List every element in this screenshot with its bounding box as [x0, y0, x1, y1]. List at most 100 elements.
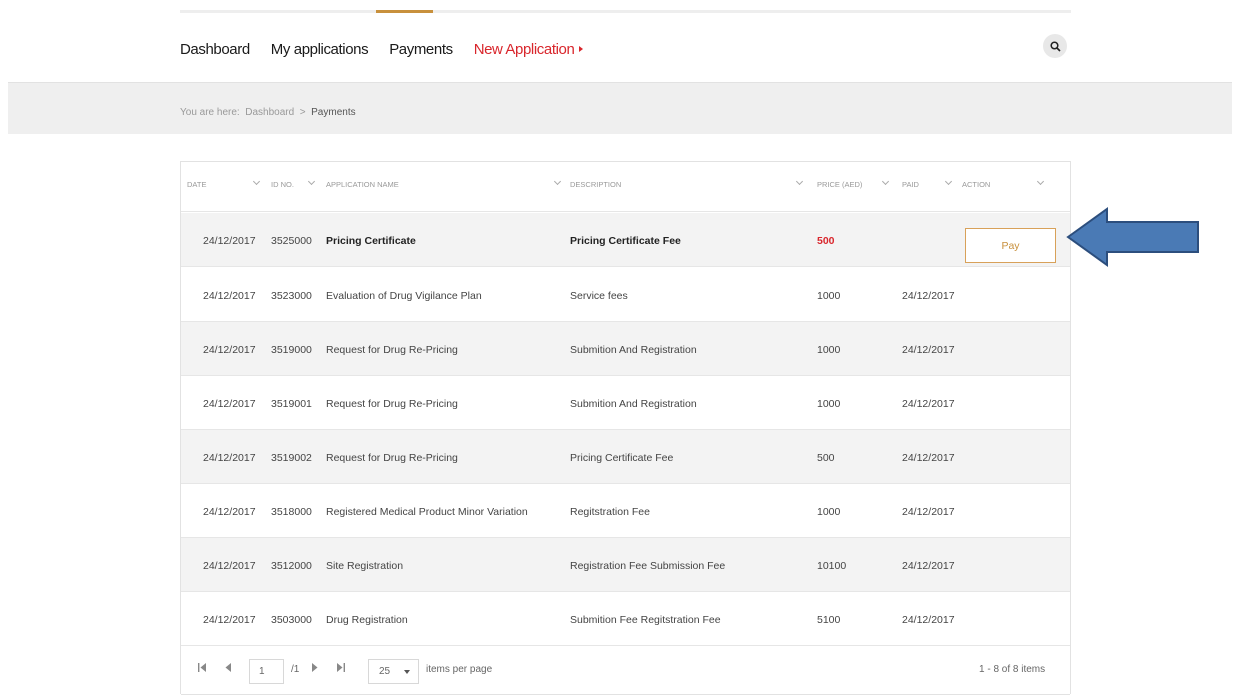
cell-price: 1000 — [817, 344, 841, 356]
cell-id: 3519000 — [271, 344, 312, 356]
pager-summary: 1 - 8 of 8 items — [979, 664, 1046, 675]
nav-payments[interactable]: Payments — [389, 41, 453, 58]
page-size-value: 25 — [379, 666, 391, 677]
cell-price: 500 — [817, 452, 835, 464]
column-header-application-name[interactable]: APPLICATION NAME — [326, 180, 399, 189]
cell-application-name: Site Registration — [326, 560, 404, 572]
cell-date: 24/12/2017 — [203, 506, 256, 518]
cell-description: Regitstration Fee — [570, 506, 650, 518]
dropdown-arrow-icon — [404, 670, 410, 674]
cell-paid: 24/12/2017 — [902, 614, 955, 626]
page-size-select[interactable]: 25 — [368, 659, 419, 684]
main-nav: Dashboard My applications Payments New A… — [180, 38, 604, 60]
column-header-id[interactable]: ID NO. — [271, 180, 294, 189]
breadcrumb-current: Payments — [311, 107, 356, 118]
cell-description: Submition And Registration — [570, 344, 697, 356]
breadcrumb-separator: > — [299, 107, 306, 118]
arrow-left-icon — [1066, 207, 1199, 267]
cell-paid: 24/12/2017 — [902, 452, 955, 464]
column-header-price[interactable]: PRICE (AED) — [817, 180, 862, 189]
table-row: 24/12/2017 3519002 Request for Drug Re-P… — [181, 430, 1070, 484]
payments-grid: DATE ID NO. APPLICATION NAME DESCRIPTION… — [180, 161, 1071, 695]
cell-description: Pricing Certificate Fee — [570, 235, 681, 247]
cell-date: 24/12/2017 — [203, 452, 256, 464]
table-row: 24/12/2017 3519000 Request for Drug Re-P… — [181, 322, 1070, 376]
nav-new-application-label: New Application — [473, 40, 575, 58]
breadcrumb-prefix: You are here: — [180, 107, 240, 118]
cell-application-name: Pricing Certificate — [326, 235, 416, 247]
chevron-down-icon[interactable] — [944, 177, 953, 186]
chevron-down-icon[interactable] — [795, 177, 804, 186]
cell-application-name: Request for Drug Re-Pricing — [326, 398, 458, 410]
cell-paid: 24/12/2017 — [902, 344, 955, 356]
chevron-down-icon[interactable] — [252, 177, 261, 186]
search-button[interactable] — [1043, 34, 1067, 58]
active-nav-indicator — [376, 10, 433, 13]
grid-header: DATE ID NO. APPLICATION NAME DESCRIPTION… — [181, 162, 1070, 212]
cell-id: 3519001 — [271, 398, 312, 410]
cell-description: Submition Fee Regitstration Fee — [570, 614, 721, 626]
breadcrumb-dashboard[interactable]: Dashboard — [245, 107, 294, 118]
cell-id: 3512000 — [271, 560, 312, 572]
cell-date: 24/12/2017 — [203, 560, 256, 572]
cell-id: 3519002 — [271, 452, 312, 464]
table-row: 24/12/2017 3519001 Request for Drug Re-P… — [181, 376, 1070, 430]
table-row: 24/12/2017 3512000 Site Registration Reg… — [181, 538, 1070, 592]
cell-application-name: Evaluation of Drug Vigilance Plan — [326, 290, 482, 302]
cell-date: 24/12/2017 — [203, 614, 256, 626]
cell-date: 24/12/2017 — [203, 290, 256, 302]
cell-id: 3518000 — [271, 506, 312, 518]
cell-date: 24/12/2017 — [203, 398, 256, 410]
cell-price: 1000 — [817, 398, 841, 410]
cell-id: 3525000 — [271, 235, 312, 247]
pay-button[interactable]: Pay — [965, 228, 1056, 263]
cell-application-name: Request for Drug Re-Pricing — [326, 344, 458, 356]
chevron-down-icon[interactable] — [553, 177, 562, 186]
grid-pager: /1 25 items per page 1 - 8 of 8 items — [181, 648, 1070, 695]
next-page-icon[interactable] — [311, 663, 318, 675]
column-header-date[interactable]: DATE — [187, 180, 206, 189]
cell-date: 24/12/2017 — [203, 235, 256, 247]
caret-right-icon — [579, 46, 584, 52]
cell-paid: 24/12/2017 — [902, 560, 955, 572]
table-row: 24/12/2017 3525000 Pricing Certificate P… — [181, 213, 1070, 267]
column-header-description[interactable]: DESCRIPTION — [570, 180, 621, 189]
table-row: 24/12/2017 3523000 Evaluation of Drug Vi… — [181, 268, 1070, 322]
breadcrumb-bar: You are here: Dashboard > Payments — [8, 82, 1232, 134]
table-row: 24/12/2017 3518000 Registered Medical Pr… — [181, 484, 1070, 538]
page-total: /1 — [291, 664, 300, 675]
nav-dashboard[interactable]: Dashboard — [180, 41, 250, 58]
items-per-page-label: items per page — [426, 664, 493, 675]
cell-paid: 24/12/2017 — [902, 398, 955, 410]
last-page-icon[interactable] — [336, 663, 345, 675]
cell-paid: 24/12/2017 — [902, 506, 955, 518]
cell-price: 500 — [817, 235, 835, 247]
cell-description: Pricing Certificate Fee — [570, 452, 674, 464]
column-header-paid[interactable]: PAID — [902, 180, 919, 189]
previous-page-icon[interactable] — [225, 663, 232, 675]
nav-new-application[interactable]: New Application — [474, 41, 584, 58]
cell-date: 24/12/2017 — [203, 344, 256, 356]
table-row: 24/12/2017 3503000 Drug Registration Sub… — [181, 592, 1070, 646]
first-page-icon[interactable] — [198, 663, 207, 675]
cell-paid: 24/12/2017 — [902, 290, 955, 302]
top-divider — [180, 10, 1071, 13]
chevron-down-icon[interactable] — [307, 177, 316, 186]
cell-price: 1000 — [817, 506, 841, 518]
column-header-action[interactable]: ACTION — [962, 180, 990, 189]
cell-price: 1000 — [817, 290, 841, 302]
chevron-down-icon[interactable] — [1036, 177, 1045, 186]
cell-description: Submition And Registration — [570, 398, 697, 410]
breadcrumb: You are here: Dashboard > Payments — [180, 107, 356, 118]
cell-id: 3523000 — [271, 290, 312, 302]
cell-description: Registration Fee Submission Fee — [570, 560, 726, 572]
search-icon — [1049, 40, 1061, 52]
cell-price: 10100 — [817, 560, 847, 572]
cell-id: 3503000 — [271, 614, 312, 626]
cell-price: 5100 — [817, 614, 841, 626]
chevron-down-icon[interactable] — [881, 177, 890, 186]
page-number-input[interactable] — [249, 659, 284, 684]
cell-application-name: Registered Medical Product Minor Variati… — [326, 506, 528, 518]
nav-my-applications[interactable]: My applications — [271, 41, 369, 58]
cell-application-name: Drug Registration — [326, 614, 408, 626]
